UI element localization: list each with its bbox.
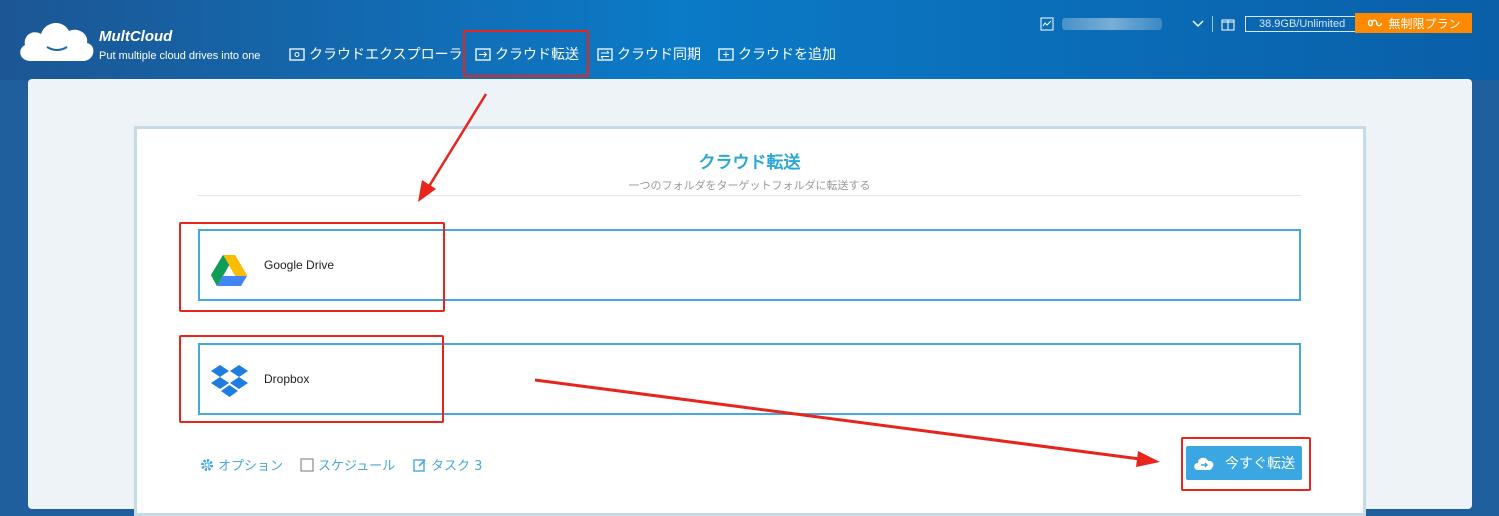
highlight-source-drive — [179, 222, 445, 312]
task-link[interactable]: タスク 3 — [413, 455, 482, 474]
highlight-nav-transfer — [463, 30, 589, 77]
nav-add-cloud[interactable]: クラウドを追加 — [718, 44, 836, 64]
schedule-label: スケジュール — [318, 459, 396, 474]
highlight-target-drive — [179, 335, 444, 423]
unlimited-plan-label: 無制限プラン — [1388, 16, 1461, 31]
storage-quota: 38.9GB/Unlimited — [1245, 16, 1360, 32]
chevron-down-icon[interactable] — [1192, 20, 1204, 28]
explorer-icon — [289, 48, 305, 61]
top-bar: MultCloud Put multiple cloud drives into… — [0, 0, 1499, 80]
panel-subtitle: 一つのフォルダをターゲットフォルダに転送する — [628, 179, 871, 192]
user-account-blurred[interactable] — [1062, 18, 1162, 30]
nav-cloud-explorer[interactable]: クラウドエクスプローラ — [289, 44, 463, 64]
edit-icon — [413, 458, 426, 472]
panel-divider — [198, 195, 1301, 196]
option-label: オプション — [218, 459, 284, 474]
panel-title: クラウド転送 — [698, 153, 801, 173]
nav-add-cloud-label: クラウドを追加 — [738, 47, 836, 63]
nav-cloud-sync-label: クラウド同期 — [617, 47, 701, 63]
schedule-link[interactable]: スケジュール — [300, 455, 395, 474]
add-cloud-icon — [718, 48, 734, 61]
checkbox-icon[interactable] — [300, 458, 314, 472]
nav-cloud-explorer-label: クラウドエクスプローラ — [309, 47, 463, 63]
infinity-icon — [1368, 19, 1383, 27]
sync-icon — [597, 48, 613, 61]
activity-icon[interactable] — [1040, 17, 1054, 31]
unlimited-plan-button[interactable]: 無制限プラン — [1355, 13, 1472, 33]
gear-icon — [201, 458, 213, 471]
nav-cloud-sync[interactable]: クラウド同期 — [597, 44, 701, 64]
brand-tagline: Put multiple cloud drives into one — [99, 50, 261, 62]
brand-name[interactable]: MultCloud — [99, 28, 172, 45]
header-divider — [1212, 16, 1213, 32]
task-label: タスク 3 — [431, 459, 483, 474]
highlight-transfer-button — [1181, 437, 1311, 491]
gift-icon[interactable] — [1221, 17, 1235, 31]
multcloud-logo-icon[interactable] — [17, 15, 97, 65]
option-link[interactable]: オプション — [200, 455, 283, 474]
